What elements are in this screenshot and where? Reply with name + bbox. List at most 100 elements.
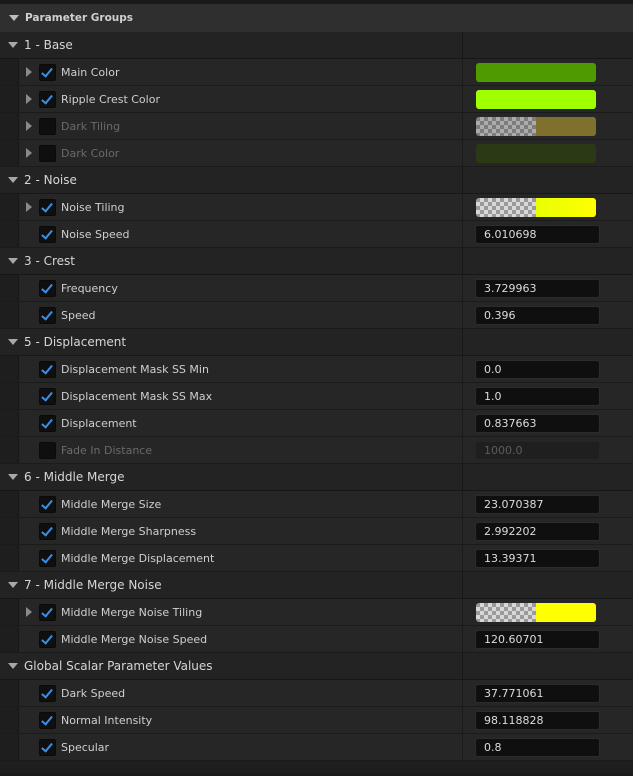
column-splitter[interactable] bbox=[462, 140, 463, 166]
value-input[interactable]: 120.60701 bbox=[475, 630, 600, 649]
override-checkbox[interactable] bbox=[39, 307, 56, 324]
column-splitter[interactable] bbox=[462, 464, 463, 490]
override-checkbox[interactable] bbox=[39, 226, 56, 243]
expand-arrow-icon[interactable] bbox=[26, 148, 32, 158]
column-splitter[interactable] bbox=[462, 491, 463, 517]
override-checkbox[interactable] bbox=[39, 280, 56, 297]
group-7-middle-merge-noise[interactable]: 7 - Middle Merge Noise bbox=[0, 572, 633, 599]
expand-arrow-icon[interactable] bbox=[26, 202, 32, 212]
column-splitter[interactable] bbox=[462, 518, 463, 544]
collapse-arrow-icon[interactable] bbox=[8, 258, 18, 264]
value-input[interactable]: 23.070387 bbox=[475, 495, 600, 514]
override-checkbox[interactable] bbox=[39, 523, 56, 540]
column-splitter[interactable] bbox=[462, 437, 463, 463]
value-input[interactable]: 0.8 bbox=[475, 738, 600, 757]
override-checkbox[interactable] bbox=[39, 631, 56, 648]
value-input[interactable]: 0.837663 bbox=[475, 414, 600, 433]
value-input[interactable]: 3.729963 bbox=[475, 279, 600, 298]
value-input[interactable]: 1.0 bbox=[475, 387, 600, 406]
override-checkbox[interactable] bbox=[39, 64, 56, 81]
column-splitter[interactable] bbox=[462, 302, 463, 328]
color-swatch[interactable] bbox=[476, 117, 596, 136]
collapse-arrow-icon[interactable] bbox=[8, 177, 18, 183]
override-checkbox[interactable] bbox=[39, 388, 56, 405]
color-swatch[interactable] bbox=[476, 144, 596, 163]
column-splitter[interactable] bbox=[462, 275, 463, 301]
value-input[interactable]: 2.992202 bbox=[475, 522, 600, 541]
override-checkbox[interactable] bbox=[39, 118, 56, 135]
column-splitter[interactable] bbox=[462, 113, 463, 139]
value-input[interactable]: 0.0 bbox=[475, 360, 600, 379]
column-splitter[interactable] bbox=[462, 194, 463, 220]
value-input[interactable]: 98.118828 bbox=[475, 711, 600, 730]
group-6-middle-merge[interactable]: 6 - Middle Merge bbox=[0, 464, 633, 491]
override-checkbox[interactable] bbox=[39, 712, 56, 729]
column-splitter[interactable] bbox=[462, 329, 463, 355]
column-splitter[interactable] bbox=[462, 356, 463, 382]
override-checkbox[interactable] bbox=[39, 199, 56, 216]
collapse-arrow-icon[interactable] bbox=[8, 339, 18, 345]
column-splitter[interactable] bbox=[462, 167, 463, 193]
value-input[interactable]: 1000.0 bbox=[475, 441, 600, 460]
value-input[interactable]: 13.39371 bbox=[475, 549, 600, 568]
checkmark-icon bbox=[41, 281, 53, 294]
column-splitter[interactable] bbox=[462, 599, 463, 625]
column-splitter[interactable] bbox=[462, 248, 463, 274]
collapse-arrow-icon[interactable] bbox=[8, 582, 18, 588]
parameter-groups-header[interactable]: Parameter Groups bbox=[0, 4, 633, 32]
row-indent bbox=[0, 275, 19, 301]
override-checkbox[interactable] bbox=[39, 91, 56, 108]
override-checkbox[interactable] bbox=[39, 496, 56, 513]
param-label: Normal Intensity bbox=[61, 714, 153, 727]
expand-arrow-icon[interactable] bbox=[26, 94, 32, 104]
param-label: Speed bbox=[61, 309, 96, 322]
expand-arrow-icon[interactable] bbox=[26, 607, 32, 617]
row-indent bbox=[0, 356, 19, 382]
color-fill bbox=[536, 603, 596, 622]
color-swatch[interactable] bbox=[476, 198, 596, 217]
column-splitter[interactable] bbox=[462, 410, 463, 436]
column-splitter[interactable] bbox=[462, 59, 463, 85]
column-splitter[interactable] bbox=[462, 680, 463, 706]
override-checkbox[interactable] bbox=[39, 145, 56, 162]
value-input[interactable]: 0.396 bbox=[475, 306, 600, 325]
param-label: Dark Speed bbox=[61, 687, 126, 700]
param-label: Ripple Crest Color bbox=[61, 93, 160, 106]
value-input[interactable]: 37.771061 bbox=[475, 684, 600, 703]
color-swatch[interactable] bbox=[476, 90, 596, 109]
group-2-noise[interactable]: 2 - Noise bbox=[0, 167, 633, 194]
expand-arrow-icon[interactable] bbox=[26, 121, 32, 131]
override-checkbox[interactable] bbox=[39, 739, 56, 756]
group-3-crest[interactable]: 3 - Crest bbox=[0, 248, 633, 275]
color-swatch[interactable] bbox=[476, 603, 596, 622]
override-checkbox[interactable] bbox=[39, 550, 56, 567]
column-splitter[interactable] bbox=[462, 707, 463, 733]
override-checkbox[interactable] bbox=[39, 415, 56, 432]
column-splitter[interactable] bbox=[462, 572, 463, 598]
collapse-arrow-icon[interactable] bbox=[9, 15, 19, 21]
color-fill bbox=[536, 198, 596, 217]
collapse-arrow-icon[interactable] bbox=[8, 663, 18, 669]
override-checkbox[interactable] bbox=[39, 685, 56, 702]
column-splitter[interactable] bbox=[462, 383, 463, 409]
row-indent bbox=[0, 194, 19, 220]
override-checkbox[interactable] bbox=[39, 604, 56, 621]
column-splitter[interactable] bbox=[462, 221, 463, 247]
column-splitter[interactable] bbox=[462, 626, 463, 652]
collapse-arrow-icon[interactable] bbox=[8, 474, 18, 480]
column-splitter[interactable] bbox=[462, 545, 463, 571]
group-global-scalar-parameter-values[interactable]: Global Scalar Parameter Values bbox=[0, 653, 633, 680]
color-swatch[interactable] bbox=[476, 63, 596, 82]
column-splitter[interactable] bbox=[462, 734, 463, 760]
group-label: Global Scalar Parameter Values bbox=[24, 659, 213, 673]
collapse-arrow-icon[interactable] bbox=[8, 42, 18, 48]
group-5-displacement[interactable]: 5 - Displacement bbox=[0, 329, 633, 356]
column-splitter[interactable] bbox=[462, 86, 463, 112]
column-splitter[interactable] bbox=[462, 32, 463, 58]
value-input[interactable]: 6.010698 bbox=[475, 225, 600, 244]
expand-arrow-icon[interactable] bbox=[26, 67, 32, 77]
column-splitter[interactable] bbox=[462, 653, 463, 679]
override-checkbox[interactable] bbox=[39, 361, 56, 378]
group-1-base[interactable]: 1 - Base bbox=[0, 32, 633, 59]
override-checkbox[interactable] bbox=[39, 442, 56, 459]
